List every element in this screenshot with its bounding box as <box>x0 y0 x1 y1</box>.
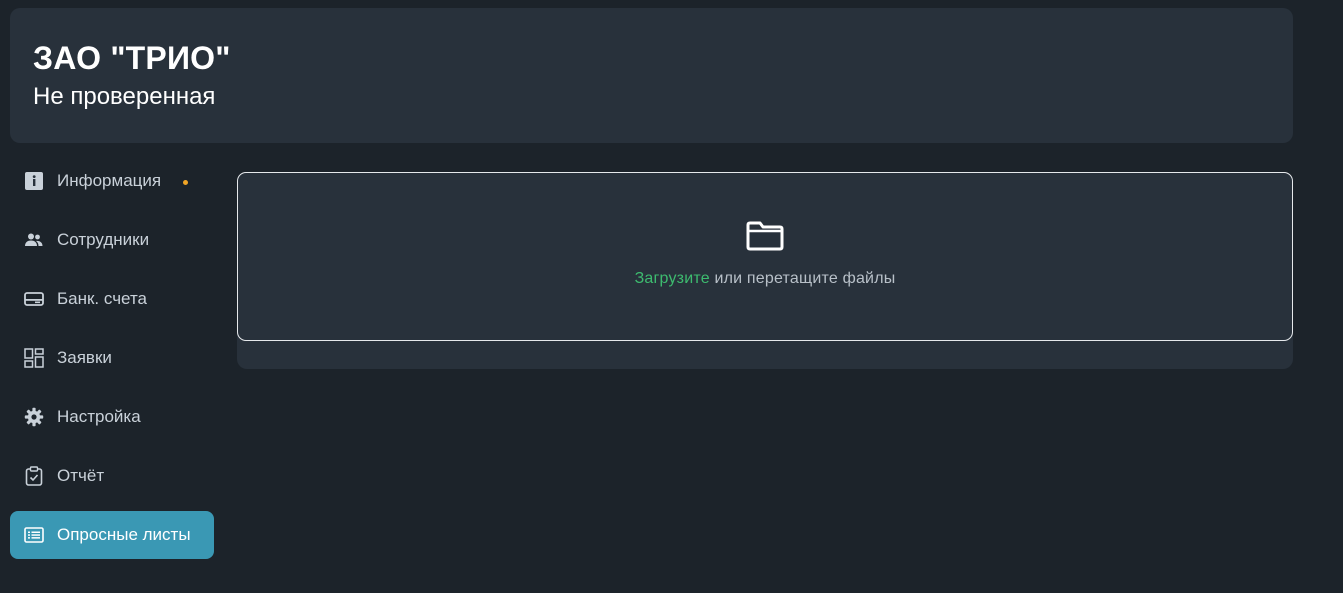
sidebar: Информация Сотрудники Банк. счета Заявки… <box>10 157 214 570</box>
list-icon <box>24 525 44 545</box>
info-icon <box>24 171 44 191</box>
clipboard-check-icon <box>24 466 44 486</box>
sidebar-item-label: Отчёт <box>57 466 105 485</box>
sidebar-item-questionnaires[interactable]: Опросные листы <box>10 511 214 559</box>
sidebar-item-report[interactable]: Отчёт <box>10 452 214 500</box>
sidebar-item-bank-accounts[interactable]: Банк. счета <box>10 275 214 323</box>
folder-icon <box>745 219 785 253</box>
dropzone-hint: Загрузите или перетащите файлы <box>635 270 896 288</box>
sidebar-item-label: Информация <box>57 171 162 190</box>
dashboard-icon <box>24 348 44 368</box>
sidebar-item-applications[interactable]: Заявки <box>10 334 214 382</box>
upload-link[interactable]: Загрузите <box>635 270 710 287</box>
gear-icon <box>24 407 44 427</box>
file-dropzone[interactable]: Загрузите или перетащите файлы <box>237 172 1293 341</box>
people-icon <box>24 230 44 250</box>
sidebar-item-settings[interactable]: Настройка <box>10 393 214 441</box>
company-header: ЗАО "ТРИО" Не проверенная <box>10 8 1293 143</box>
sidebar-item-label: Банк. счета <box>57 289 147 308</box>
verification-status: Не проверенная <box>33 83 216 110</box>
dropzone-rest-text: или перетащите файлы <box>714 270 896 287</box>
questionnaire-panel: Загрузите или перетащите файлы <box>237 172 1293 369</box>
wallet-icon <box>24 289 44 309</box>
sidebar-item-label: Настройка <box>57 407 141 426</box>
sidebar-item-employees[interactable]: Сотрудники <box>10 216 214 264</box>
sidebar-item-label: Опросные листы <box>57 525 191 544</box>
notification-dot <box>183 179 189 185</box>
sidebar-item-label: Сотрудники <box>57 230 150 249</box>
company-title: ЗАО "ТРИО" <box>33 40 231 76</box>
sidebar-item-label: Заявки <box>57 348 112 367</box>
sidebar-item-information[interactable]: Информация <box>10 157 214 205</box>
